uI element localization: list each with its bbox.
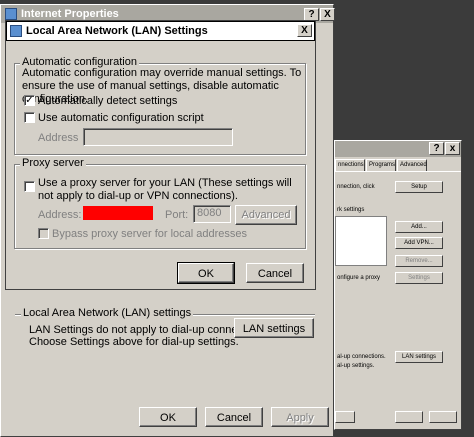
background-help-icon[interactable]: ? (429, 142, 444, 155)
script-address-label: Address (38, 132, 79, 144)
use-script-checkbox[interactable] (24, 112, 35, 123)
lan-dialog-title: Local Area Network (LAN) Settings (26, 25, 208, 37)
cancel-button[interactable]: Cancel (205, 407, 263, 427)
lan-window-icon (10, 25, 22, 37)
proxy-port-label: Port: (165, 209, 189, 221)
tab-advanced[interactable]: Advanced (397, 159, 427, 171)
use-proxy-checkbox[interactable] (24, 181, 35, 192)
background-close-icon[interactable]: x (445, 142, 460, 155)
background-network-settings-text: rk settings (337, 207, 365, 213)
redacted-proxy-address (83, 206, 153, 220)
auto-detect-checkbox[interactable]: ✓ (24, 95, 35, 106)
lan-settings-button[interactable]: LAN settings (234, 318, 314, 338)
lan-cancel-button[interactable]: Cancel (246, 263, 304, 283)
proxy-group-label: Proxy server (20, 157, 86, 169)
lan-dialog-titlebar: Local Area Network (LAN) Settings (6, 21, 315, 41)
close-icon[interactable]: X (320, 8, 335, 21)
advanced-button[interactable]: Advanced (235, 205, 297, 225)
background-apply-button[interactable] (429, 411, 457, 423)
use-proxy-label[interactable]: Use a proxy server for your LAN (These s… (38, 177, 304, 203)
lan-close-icon[interactable]: X (297, 24, 312, 37)
background-connection-text: nnection, click (337, 184, 375, 190)
ok-button[interactable]: OK (139, 407, 197, 427)
background-setup-button[interactable]: Setup (395, 181, 443, 193)
proxy-port-field[interactable]: 8080 (193, 205, 231, 223)
window-icon (5, 8, 17, 20)
background-ok-button[interactable] (335, 411, 355, 423)
background-connections-list[interactable] (335, 216, 387, 266)
auto-detect-label[interactable]: Automatically detect settings (38, 95, 177, 108)
lan-group-label: Local Area Network (LAN) settings (21, 307, 194, 319)
tab-connections[interactable]: nnections (335, 159, 365, 171)
background-dialup-text-2: al-up settings. (337, 363, 375, 369)
bypass-label[interactable]: Bypass proxy server for local addresses (52, 228, 247, 241)
proxy-address-label: Address: (38, 209, 82, 221)
background-tab-strip: nnections Programs Advanced (335, 159, 461, 171)
background-add-button[interactable]: Add... (395, 221, 443, 233)
background-configure-proxy-text: onfigure a proxy (337, 275, 381, 281)
background-remove-button[interactable]: Remove... (395, 255, 443, 267)
background-lan-settings-button[interactable]: LAN settings (395, 351, 443, 363)
tab-programs[interactable]: Programs (366, 159, 396, 171)
background-settings-button[interactable]: Settings (395, 272, 443, 284)
background-add-vpn-button[interactable]: Add VPN... (395, 237, 443, 249)
bypass-checkbox[interactable] (38, 228, 49, 239)
lan-desc-line2: Choose Settings above for dial-up settin… (29, 336, 239, 348)
background-dialup-text-1: al-up connections. (337, 354, 386, 360)
apply-button[interactable]: Apply (271, 407, 329, 427)
background-cancel-button[interactable] (395, 411, 423, 423)
script-address-field[interactable] (83, 128, 233, 146)
lan-ok-button[interactable]: OK (177, 262, 235, 284)
use-script-label[interactable]: Use automatic configuration script (38, 112, 204, 125)
background-properties-window: ? x nnections Programs Advanced nnection… (334, 140, 462, 430)
lan-settings-dialog: Local Area Network (LAN) Settings X Auto… (5, 20, 316, 290)
